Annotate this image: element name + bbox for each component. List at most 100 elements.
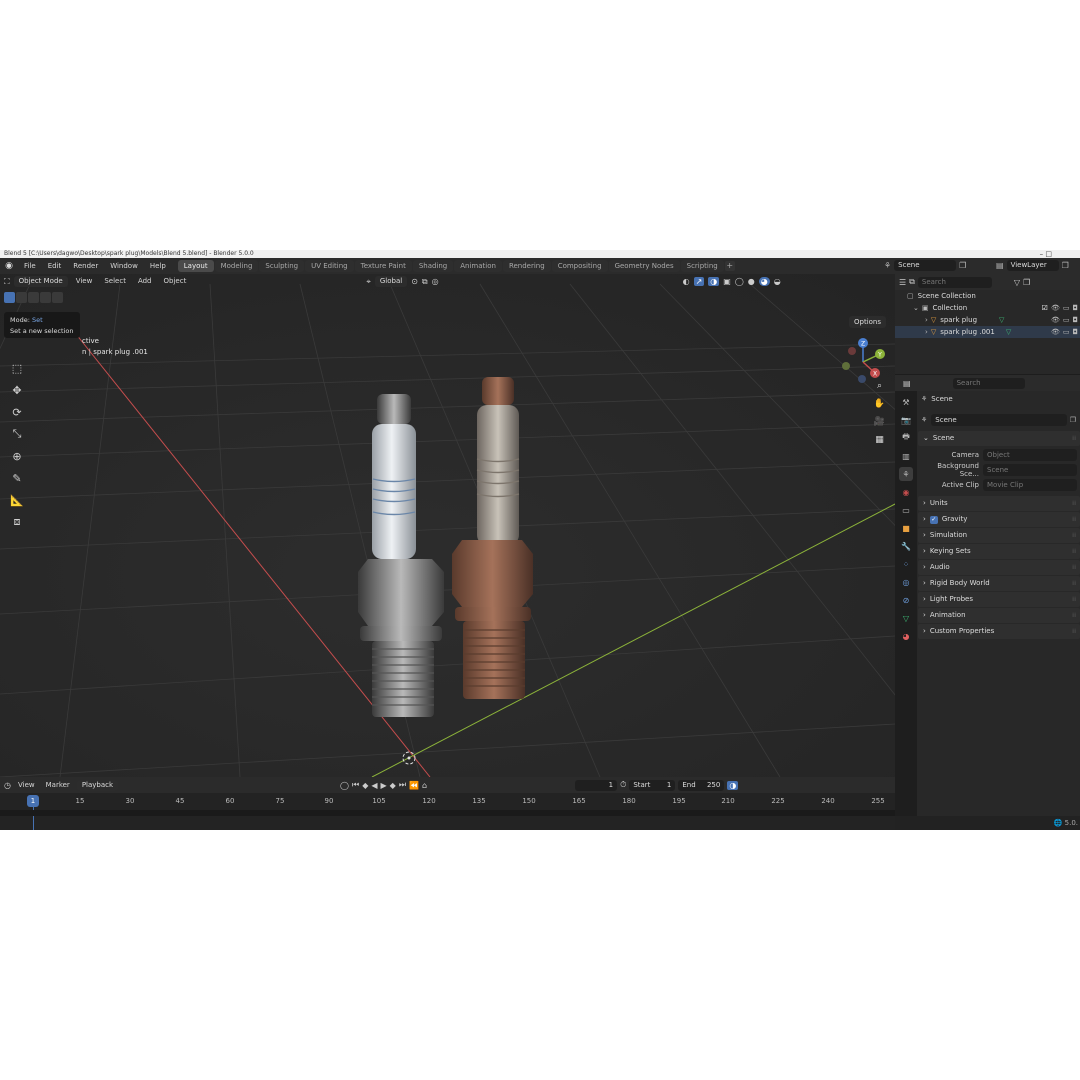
panel-units[interactable]: › Units ⁞⁞ <box>918 496 1080 511</box>
render-tab-icon[interactable]: 📷 <box>899 413 913 427</box>
tab-geometry-nodes[interactable]: Geometry Nodes <box>608 260 680 272</box>
panel-custom-properties[interactable]: › Custom Properties ⁞⁞ <box>918 624 1080 639</box>
gizmo-toggle-icon[interactable]: ↗ <box>693 277 705 286</box>
measure-tool-icon[interactable]: 📐 <box>8 491 26 509</box>
outliner-editor-type-icon[interactable]: ☰ <box>899 278 906 287</box>
jump-end-icon[interactable]: ⏭ <box>399 780 406 790</box>
snap-icon[interactable]: ⧉ <box>422 277 428 287</box>
material-preview-shading-icon[interactable]: ◕ <box>758 277 770 286</box>
tab-scripting[interactable]: Scripting <box>680 260 724 272</box>
panel-animation[interactable]: › Animation ⁞⁞ <box>918 608 1080 623</box>
tab-shading[interactable]: Shading <box>412 260 454 272</box>
view-menu[interactable]: View <box>72 276 97 287</box>
tab-layout[interactable]: Layout <box>177 260 214 272</box>
timeline-playback-menu[interactable]: Playback <box>76 779 119 791</box>
editor-type-icon[interactable]: ⛶ <box>4 277 10 287</box>
gravity-checkbox[interactable]: ✓ <box>929 515 938 524</box>
menu-help[interactable]: Help <box>144 258 172 274</box>
new-view-layer-icon[interactable]: ❐ <box>1062 261 1069 270</box>
add-cube-tool-icon[interactable]: ⧈ <box>8 513 26 531</box>
camera-icon[interactable]: ◘ <box>1072 328 1078 336</box>
constraints-tab-icon[interactable]: ⊘ <box>899 593 913 607</box>
blender-logo-icon[interactable]: ◉ <box>2 259 16 273</box>
jump-start-icon[interactable]: ⏮ <box>352 780 359 790</box>
timeline-ruler[interactable]: 1 15 30 45 60 75 90 105 120 135 150 165 … <box>0 795 895 830</box>
outliner-row-object[interactable]: › ▽ spark plug ▽ 👁 ▭ ◘ <box>895 314 1080 326</box>
outliner-row-scene-collection[interactable]: ▢ Scene Collection <box>895 290 1080 302</box>
select-tool-icon[interactable]: ⬚ <box>8 359 26 377</box>
panel-rigid-body-world[interactable]: › Rigid Body World ⁞⁞ <box>918 576 1080 591</box>
xray-icon[interactable]: ▣ <box>723 277 731 286</box>
physics-tab-icon[interactable]: ◎ <box>899 575 913 589</box>
select-extend-icon[interactable] <box>16 292 27 303</box>
scene-name-field[interactable]: Scene <box>931 413 1067 426</box>
transform-orientation-dropdown[interactable]: Global <box>374 276 408 287</box>
prev-marker-icon[interactable]: ⏪ <box>409 781 419 790</box>
modifier-tab-icon[interactable]: 🔧 <box>899 539 913 553</box>
drag-handle-icon[interactable]: ⁞⁞ <box>1072 431 1076 446</box>
add-workspace-button[interactable]: + <box>724 261 735 271</box>
new-scene-icon[interactable]: ❐ <box>959 261 966 270</box>
rotate-tool-icon[interactable]: ⟳ <box>8 403 26 421</box>
options-dropdown[interactable]: Options <box>849 316 887 328</box>
scene-field[interactable]: Scene <box>894 260 957 271</box>
select-intersect-icon[interactable] <box>52 292 63 303</box>
panel-light-probes[interactable]: › Light Probes ⁞⁞ <box>918 592 1080 607</box>
transform-tool-icon[interactable]: ⊕ <box>8 447 26 465</box>
panel-keying-sets[interactable]: › Keying Sets ⁞⁞ <box>918 544 1080 559</box>
wireframe-shading-icon[interactable]: ◯ <box>735 277 744 286</box>
timeline-view-toggle-icon[interactable]: ◑ <box>727 780 739 790</box>
expand-arrow-icon[interactable]: › <box>925 328 928 336</box>
select-menu[interactable]: Select <box>100 276 130 287</box>
eye-icon[interactable]: 👁 <box>1051 316 1060 324</box>
move-tool-icon[interactable]: ✥ <box>8 381 26 399</box>
panel-simulation[interactable]: › Simulation ⁞⁞ <box>918 528 1080 543</box>
drag-handle-icon[interactable]: ⁞⁞ <box>1072 528 1076 543</box>
drag-handle-icon[interactable]: ⁞⁞ <box>1072 512 1076 527</box>
proportional-edit-icon[interactable]: ◎ <box>432 277 439 286</box>
overlay-toggle-icon[interactable]: ◑ <box>708 277 720 286</box>
scene-browse-icon[interactable]: ⚘ <box>921 416 927 424</box>
camera-view-icon[interactable]: 🎥 <box>872 414 887 429</box>
pan-hand-icon[interactable]: ✋ <box>872 396 887 411</box>
annotate-tool-icon[interactable]: ✎ <box>8 469 26 487</box>
new-collection-icon[interactable]: ❐ <box>1023 278 1030 287</box>
timeline-view-menu[interactable]: View <box>14 780 39 791</box>
outliner-row-collection[interactable]: ⌄ ▣ Collection ☑ 👁 ▭ ◘ <box>895 302 1080 314</box>
drag-handle-icon[interactable]: ⁞⁞ <box>1072 624 1076 639</box>
tab-texture-paint[interactable]: Texture Paint <box>354 260 412 272</box>
menu-render[interactable]: Render <box>67 258 104 274</box>
tab-rendering[interactable]: Rendering <box>502 260 551 272</box>
timeline-editor-type-icon[interactable]: ◷ <box>4 781 11 790</box>
tab-animation[interactable]: Animation <box>454 260 502 272</box>
material-tab-icon[interactable]: ◕ <box>899 629 913 643</box>
monitor-icon[interactable]: ▭ <box>1063 304 1070 312</box>
panel-scene[interactable]: ⌄ Scene ⁞⁞ <box>918 431 1080 446</box>
select-invert-icon[interactable] <box>40 292 51 303</box>
pivot-icon[interactable]: ⊙ <box>411 277 418 286</box>
add-menu[interactable]: Add <box>134 276 156 287</box>
drag-handle-icon[interactable]: ⁞⁞ <box>1072 560 1076 575</box>
rendered-shading-icon[interactable]: ◒ <box>774 277 781 286</box>
drag-handle-icon[interactable]: ⁞⁞ <box>1072 496 1076 511</box>
view-layer-field[interactable]: ViewLayer <box>1006 260 1059 271</box>
perspective-toggle-icon[interactable]: ▦ <box>872 432 887 447</box>
object-tab-icon[interactable]: ■ <box>899 521 913 535</box>
filter-icon[interactable]: ▽ <box>1014 278 1020 287</box>
timeline-marker-menu[interactable]: Marker <box>42 780 74 791</box>
stopwatch-icon[interactable]: ⏱ <box>620 780 626 790</box>
end-frame-field[interactable]: End 250 <box>678 779 725 791</box>
prev-keyframe-icon[interactable]: ◆ <box>362 781 368 790</box>
collapse-arrow-icon[interactable]: ⌄ <box>913 304 919 312</box>
scene-tab-icon[interactable]: ⚘ <box>899 467 913 481</box>
tab-compositing[interactable]: Compositing <box>551 260 608 272</box>
keying-set-icon[interactable]: ⌂ <box>422 781 427 790</box>
monitor-icon[interactable]: ▭ <box>1063 316 1070 324</box>
monitor-icon[interactable]: ▭ <box>1063 328 1070 336</box>
tab-sculpting[interactable]: Sculpting <box>259 260 305 272</box>
select-set-icon[interactable] <box>4 292 15 303</box>
menu-window[interactable]: Window <box>104 258 144 274</box>
drag-handle-icon[interactable]: ⁞⁞ <box>1072 608 1076 623</box>
menu-file[interactable]: File <box>18 258 42 274</box>
tab-modeling[interactable]: Modeling <box>214 260 259 272</box>
